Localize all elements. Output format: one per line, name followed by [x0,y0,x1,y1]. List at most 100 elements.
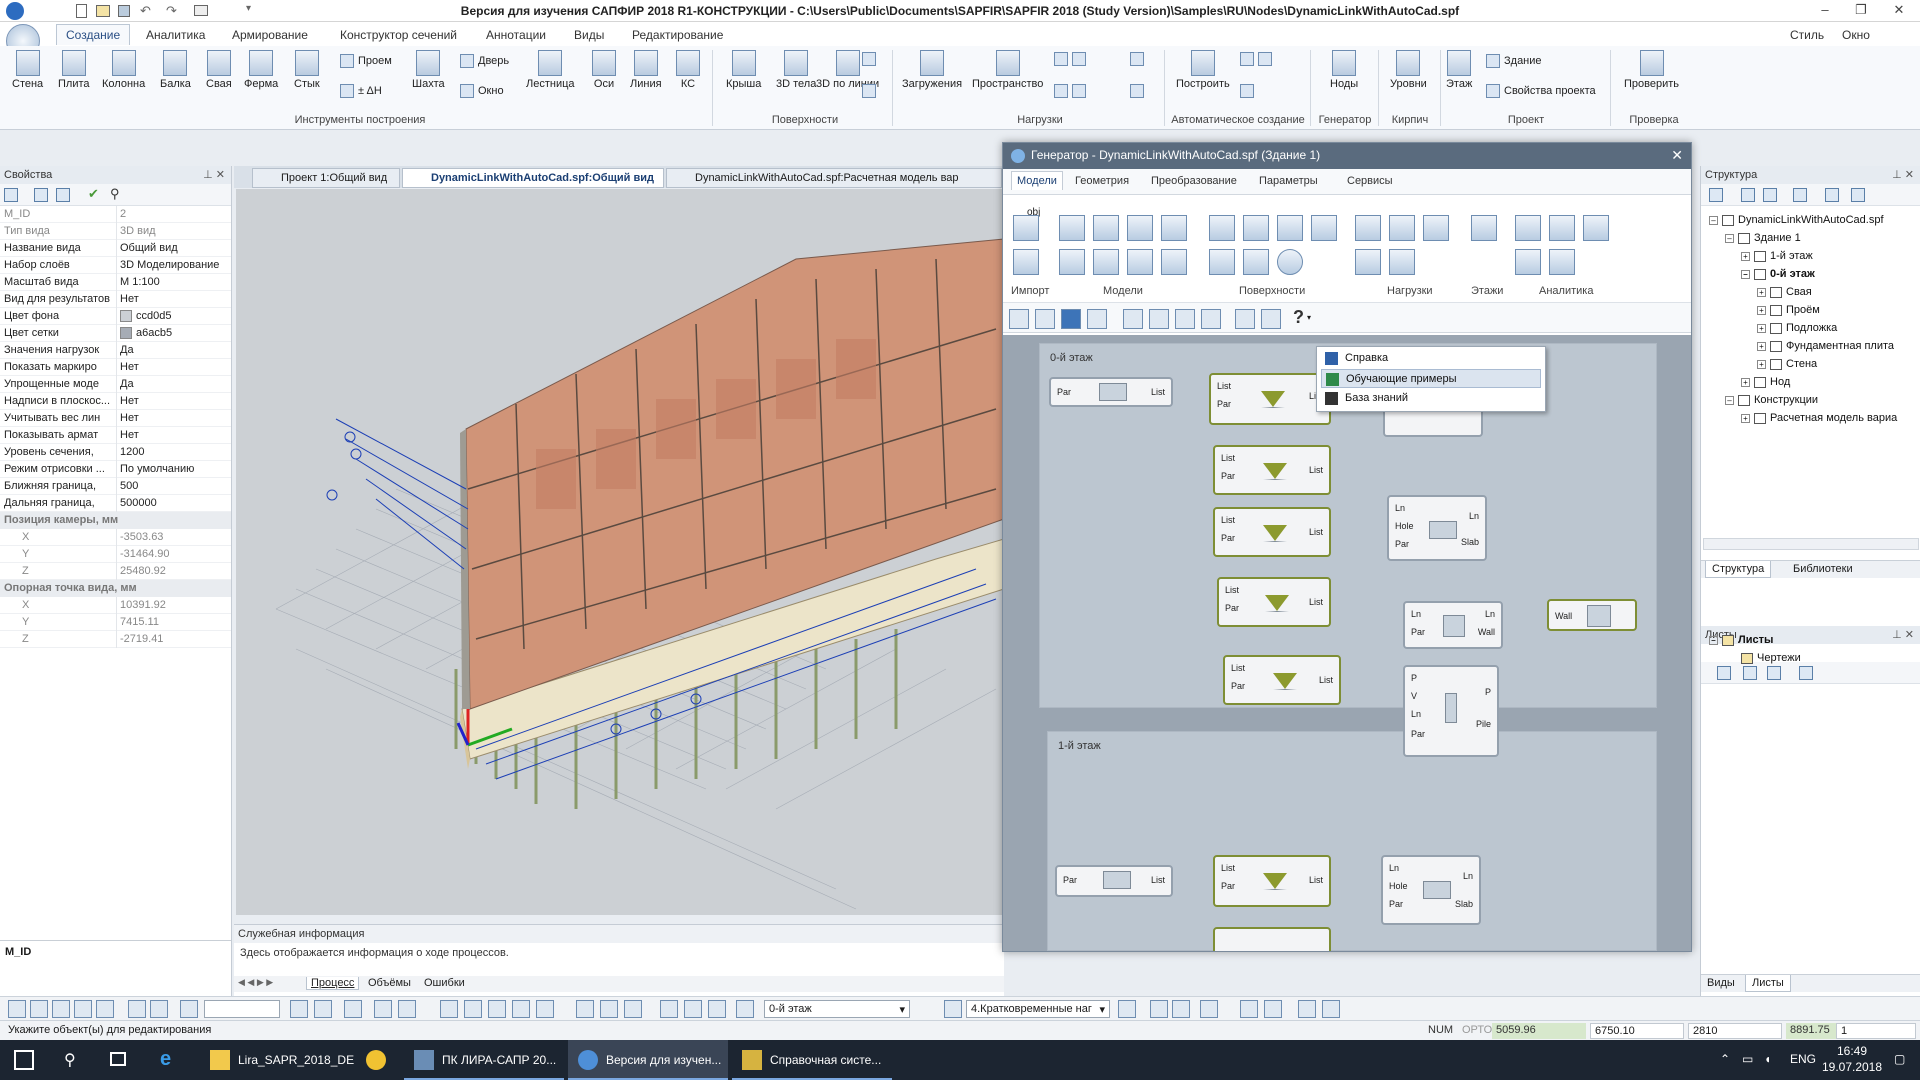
pile-node[interactable]: P V Ln Par P Pile [1403,665,1499,757]
nodes-button[interactable]: Ноды [1330,50,1358,90]
sheet-refresh-icon[interactable] [1717,666,1731,680]
edge-icon[interactable]: e [160,1048,171,1071]
property-row[interactable]: Z 25480.92 [0,563,231,580]
minimize-button[interactable]: – [1810,2,1840,20]
property-row[interactable]: X 10391.92 [0,597,231,614]
cursor-tool2-icon[interactable] [1172,1000,1190,1018]
snap-end-icon[interactable] [96,1000,114,1018]
fit-icon[interactable] [1035,309,1055,329]
light-bulb-icon[interactable] [660,1000,678,1018]
delta-h-button[interactable]: ± ΔH [340,84,382,98]
menu-item-knowledge-base[interactable]: База знаний [1321,389,1541,408]
select-all-icon[interactable] [1201,309,1221,329]
scale-icon[interactable] [1322,1000,1340,1018]
property-row[interactable]: Значения нагрузок Да [0,342,231,359]
refresh-icon[interactable] [1851,188,1865,202]
property-row[interactable]: Y -31464.90 [0,546,231,563]
project-properties-button[interactable]: Свойства проекта [1486,84,1596,98]
space-button[interactable]: Пространство [972,50,1043,90]
shaft-button[interactable]: Шахта [412,50,445,90]
surface-tool-icon[interactable] [862,52,880,66]
grid-icon[interactable] [56,188,70,202]
layout2-icon[interactable] [1261,309,1281,329]
property-row[interactable]: M_ID 2 [0,206,231,223]
doc-tab-general-view[interactable]: DynamicLinkWithAutoCad.spf:Общий вид [402,168,664,188]
model-window-icon[interactable] [1161,249,1187,275]
view-box5-icon[interactable] [536,1000,554,1018]
wall-button[interactable]: Стена [12,50,43,90]
dxf-import-node-2[interactable]: Par List [1055,865,1173,897]
help-dropdown-icon[interactable]: ▾ [1307,313,1311,322]
snap-perp-icon[interactable] [128,1000,146,1018]
model-column-icon[interactable] [1127,215,1153,241]
doc-tab-calc-model[interactable]: DynamicLinkWithAutoCad.spf:Расчетная мод… [666,168,1002,188]
tree-item-floor-0[interactable]: –0-й этаж [1741,268,1815,280]
property-row[interactable]: Учитывать вес лин Нет [0,410,231,427]
gen-tab-params[interactable]: Параметры [1259,175,1318,187]
snap-point-icon[interactable] [52,1000,70,1018]
analytic-plate-icon[interactable] [1583,215,1609,241]
load-beam-icon[interactable] [1355,249,1381,275]
stairs-button[interactable]: Лестница [526,50,575,90]
view-box3-icon[interactable] [488,1000,506,1018]
select-group-icon[interactable] [1175,309,1195,329]
sheet-print-icon[interactable] [1767,666,1781,680]
surface-arc-icon[interactable] [1277,215,1303,241]
tree-item-constructions[interactable]: – Конструкции [1725,394,1818,406]
snap-tan-icon[interactable] [150,1000,168,1018]
model-slab-icon[interactable] [1093,215,1119,241]
tree-item-calc-model[interactable]: + Расчетная модель вариа [1741,412,1897,424]
property-row[interactable]: Показать маркиро Нет [0,359,231,376]
tree-item-opening[interactable]: + Проём [1757,304,1820,316]
tab-sheets[interactable]: Листы [1745,975,1791,992]
measure2-icon[interactable] [398,1000,416,1018]
move2-icon[interactable] [1298,1000,1316,1018]
tray-arrow-icon[interactable]: ⌃ [1720,1052,1730,1066]
snap-grid-icon[interactable] [8,1000,26,1018]
load-tool4-icon[interactable] [1130,84,1148,98]
surface-prism-icon[interactable] [1209,215,1235,241]
property-row[interactable]: Вид для результатов Нет [0,291,231,308]
slab-button[interactable]: Плита [58,50,90,90]
property-row[interactable]: Масштаб вида М 1:100 [0,274,231,291]
3d-viewport[interactable] [236,189,1004,915]
line-button[interactable]: Линия [630,50,662,90]
beam-button[interactable]: Балка [160,50,191,90]
pivot-section[interactable]: Опорная точка вида, мм [0,580,231,597]
tree-layers-icon[interactable] [1793,188,1807,202]
layer2-icon[interactable] [600,1000,618,1018]
surface-box-icon[interactable] [1209,249,1235,275]
property-row[interactable]: Дальняя граница, 500000 [0,495,231,512]
tab-views[interactable]: Виды [1707,977,1735,989]
view-box-icon[interactable] [440,1000,458,1018]
model-stair-icon[interactable] [1127,249,1153,275]
group-icon[interactable] [1123,309,1143,329]
pile-button[interactable]: Свая [206,50,232,90]
gen-tab-services[interactable]: Сервисы [1347,175,1393,187]
paint-app-icon[interactable] [366,1050,386,1070]
tab-structure[interactable]: Структура [1705,561,1772,578]
node-canvas[interactable]: 0-й этаж 1-й этаж Par List List Par List… [1003,335,1691,951]
property-row[interactable]: Z -2719.41 [0,631,231,648]
database-icon[interactable] [1087,309,1107,329]
measure-icon[interactable] [374,1000,392,1018]
apply-check-icon[interactable]: ✔ [88,186,99,202]
tab-volumes[interactable]: Объёмы [364,977,415,989]
model-pile-icon[interactable] [1093,249,1119,275]
opening-button[interactable]: Проем [340,54,392,68]
property-row[interactable]: X -3503.63 [0,529,231,546]
snap-step-input[interactable] [204,1000,280,1018]
analytic-node-icon[interactable] [1549,215,1575,241]
taskbar-app-help[interactable]: Справочная систе... [732,1040,892,1080]
wall-output-node[interactable]: Wall [1547,599,1637,631]
language-indicator[interactable]: ENG [1790,1052,1816,1066]
import-obj-icon[interactable] [1013,215,1039,241]
load-distributed-icon[interactable] [1355,215,1381,241]
floor-group-1[interactable]: 1-й этаж [1047,731,1657,951]
horizontal-scrollbar[interactable] [1703,538,1919,550]
image-icon[interactable] [1061,309,1081,329]
tree-item-wall[interactable]: + Стена [1757,358,1817,370]
bulb2-icon[interactable] [684,1000,702,1018]
property-row[interactable]: Название вида Общий вид [0,240,231,257]
surface-curve-icon[interactable] [1243,215,1269,241]
